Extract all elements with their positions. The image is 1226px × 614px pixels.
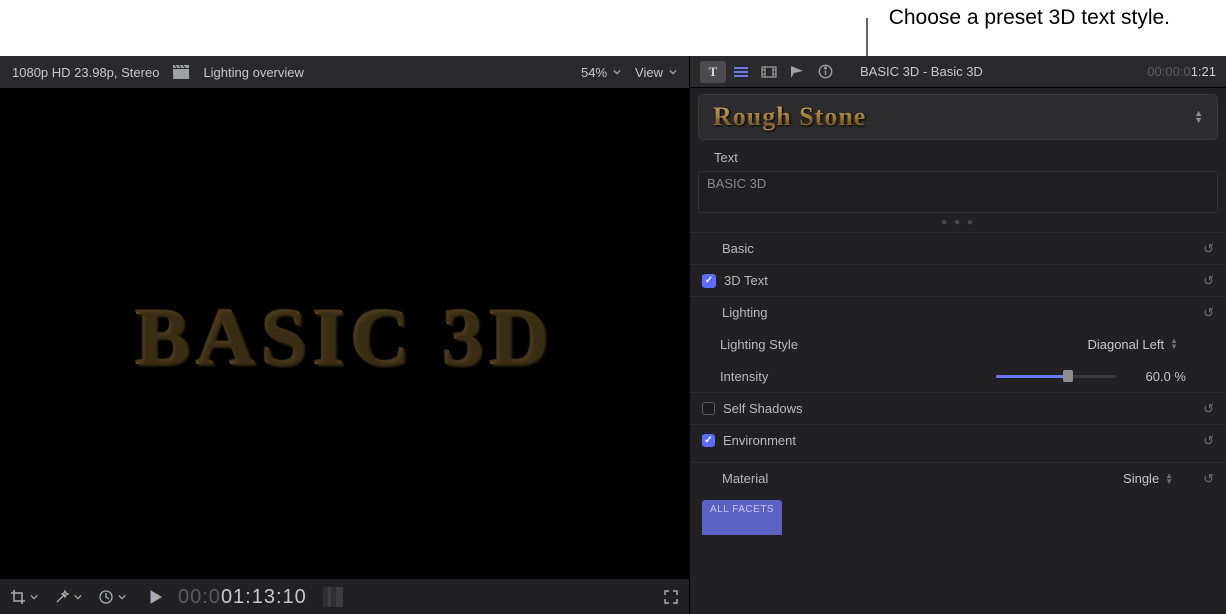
- self-shadows-checkbox[interactable]: [702, 402, 715, 415]
- callout-text: Choose a preset 3D text style.: [889, 6, 1170, 30]
- material-label: Material: [722, 471, 768, 486]
- title-text-value: BASIC 3D: [707, 176, 766, 191]
- inspector-clip-name: BASIC 3D - Basic 3D: [860, 64, 983, 79]
- viewer-footer: 00:001:13:10: [0, 578, 689, 614]
- timecode-main: 01:13:10: [221, 586, 307, 608]
- lighting-style-label: Lighting Style: [720, 337, 798, 352]
- environment-section-header[interactable]: Environment ↺: [690, 424, 1226, 456]
- video-inspector-tab[interactable]: [756, 61, 782, 83]
- intensity-label: Intensity: [720, 369, 768, 384]
- view-menu[interactable]: View: [635, 65, 677, 80]
- lighting-style-popup[interactable]: Diagonal Left ▲▼: [1087, 337, 1178, 352]
- retime-tool-menu[interactable]: [98, 589, 126, 605]
- up-down-chevron-icon: ▲▼: [1170, 338, 1178, 350]
- viewer-canvas[interactable]: BASIC 3D: [0, 88, 689, 578]
- self-shadows-section-header[interactable]: Self Shadows ↺: [690, 392, 1226, 424]
- title-text-input[interactable]: BASIC 3D: [698, 171, 1218, 213]
- paragraph-inspector-tab[interactable]: [728, 61, 754, 83]
- timecode-dim: 00:0: [178, 586, 221, 608]
- viewer-header: 1080p HD 23.98p, Stereo Lighting overvie…: [0, 56, 689, 88]
- callout-caption: Choose a preset 3D text style.: [889, 6, 1170, 30]
- chevron-down-icon: [613, 68, 621, 76]
- basic-label: Basic: [722, 241, 754, 256]
- audio-meter[interactable]: [323, 587, 343, 607]
- generator-inspector-tab[interactable]: [784, 61, 810, 83]
- preview-3d-text[interactable]: BASIC 3D: [135, 290, 554, 384]
- up-down-chevron-icon: ▲▼: [1165, 473, 1173, 485]
- self-shadows-label: Self Shadows: [723, 401, 803, 416]
- fullscreen-button[interactable]: [663, 589, 679, 605]
- lighting-label: Lighting: [722, 305, 768, 320]
- 3d-text-section-header[interactable]: 3D Text ↺: [690, 264, 1226, 296]
- text-section-label: Text: [690, 144, 1226, 169]
- inspector-timecode: 00:00:01:21: [1147, 64, 1216, 80]
- basic-section-header[interactable]: Basic ↺: [690, 232, 1226, 264]
- material-popup[interactable]: Single ▲▼: [1123, 471, 1173, 486]
- reset-button[interactable]: ↺: [1203, 433, 1214, 449]
- viewer-timecode[interactable]: 00:001:13:10: [178, 584, 307, 609]
- inspector-panel: T BASIC 3D - Basic 3D 00:00:01:21 Rough …: [690, 56, 1226, 614]
- material-section-header[interactable]: Material Single ▲▼ ↺: [690, 462, 1226, 494]
- intensity-value-field[interactable]: 60.0 %: [1126, 369, 1186, 384]
- reset-button[interactable]: ↺: [1203, 471, 1214, 487]
- resize-handle-icon[interactable]: ● ● ●: [690, 217, 1226, 228]
- reset-button[interactable]: ↺: [1203, 305, 1214, 321]
- view-label: View: [635, 65, 663, 80]
- lighting-section-header[interactable]: Lighting ↺: [690, 296, 1226, 328]
- enhance-tool-menu[interactable]: [54, 589, 82, 605]
- viewer-panel: 1080p HD 23.98p, Stereo Lighting overvie…: [0, 56, 690, 614]
- crop-tool-menu[interactable]: [10, 589, 38, 605]
- play-button[interactable]: [150, 590, 162, 604]
- environment-label: Environment: [723, 433, 796, 448]
- zoom-menu[interactable]: 54%: [581, 65, 621, 80]
- reset-button[interactable]: ↺: [1203, 273, 1214, 289]
- reset-button[interactable]: ↺: [1203, 401, 1214, 417]
- zoom-value: 54%: [581, 65, 607, 80]
- environment-checkbox[interactable]: [702, 434, 715, 447]
- chevron-down-icon: [669, 68, 677, 76]
- viewer-format: 1080p HD 23.98p, Stereo: [12, 65, 159, 80]
- info-inspector-tab[interactable]: [812, 61, 838, 83]
- all-facets-tab[interactable]: ALL FACETS: [702, 500, 782, 535]
- up-down-chevron-icon: ▲▼: [1194, 110, 1203, 124]
- facet-tabs: ALL FACETS: [690, 494, 1226, 535]
- preset-style-name: Rough Stone: [713, 102, 866, 132]
- preset-style-menu[interactable]: Rough Stone ▲▼: [698, 94, 1218, 140]
- 3d-text-label: 3D Text: [724, 273, 768, 288]
- reset-button[interactable]: ↺: [1203, 241, 1214, 257]
- 3d-text-checkbox[interactable]: [702, 274, 716, 288]
- text-inspector-tab[interactable]: T: [700, 61, 726, 83]
- clapperboard-icon: [173, 65, 189, 79]
- intensity-row: Intensity 60.0 %: [690, 360, 1226, 392]
- app-window: 1080p HD 23.98p, Stereo Lighting overvie…: [0, 56, 1226, 614]
- viewer-title: Lighting overview: [203, 65, 303, 80]
- intensity-slider[interactable]: [996, 369, 1116, 383]
- inspector-tabs: T: [700, 61, 838, 83]
- inspector-header: T BASIC 3D - Basic 3D 00:00:01:21: [690, 56, 1226, 88]
- lighting-style-row: Lighting Style Diagonal Left ▲▼: [690, 328, 1226, 360]
